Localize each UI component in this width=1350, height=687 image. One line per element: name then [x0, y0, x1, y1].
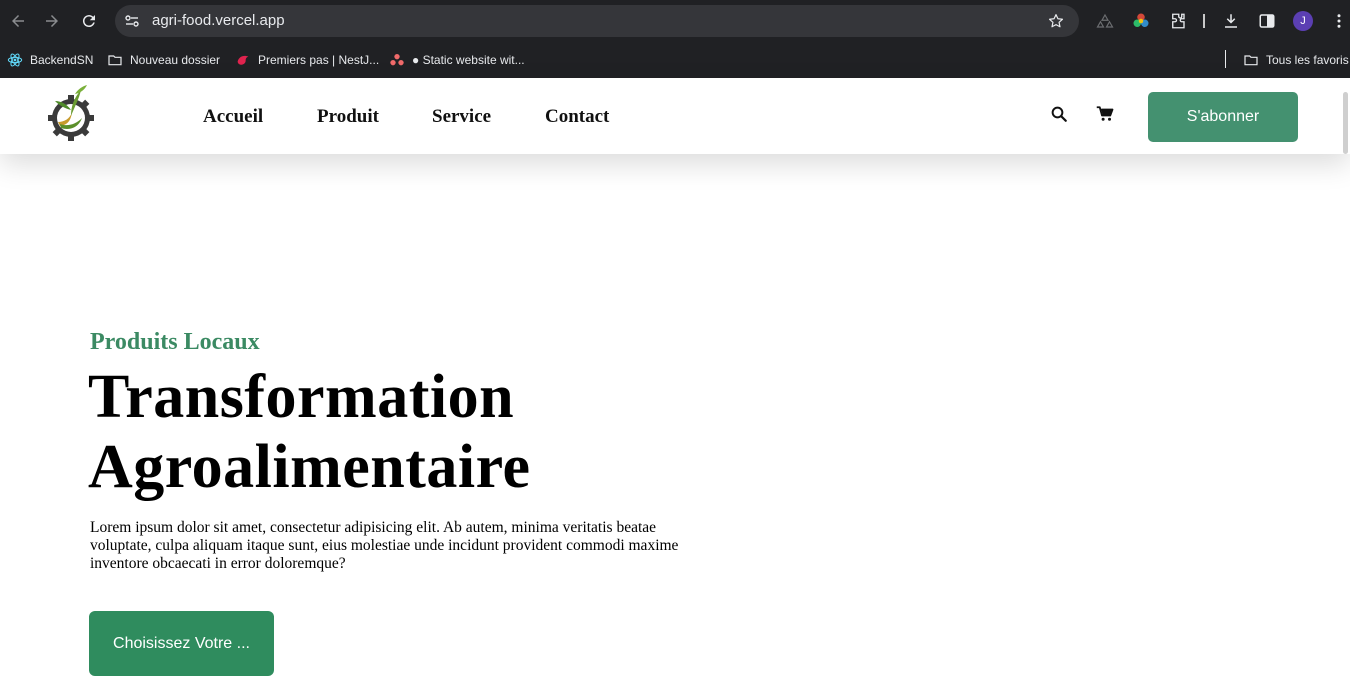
hero-title-line: Transformation: [88, 363, 515, 431]
asana-icon: [389, 52, 405, 68]
nav-link-service[interactable]: Service: [432, 105, 491, 129]
star-icon[interactable]: [1047, 12, 1065, 30]
product-collage-image: SIROP DE TAMARIN Kinkeliba SIROP ARÔME D…: [690, 154, 1350, 687]
address-bar[interactable]: agri-food.vercel.app: [115, 5, 1079, 37]
reload-icon[interactable]: [79, 11, 99, 31]
puzzle-icon[interactable]: [1169, 12, 1187, 30]
all-bookmarks-label: Tous les favoris: [1266, 53, 1349, 67]
logo[interactable]: [47, 80, 95, 142]
folder-icon: [1243, 52, 1259, 68]
product-label: Beur: [890, 633, 926, 650]
forward-icon[interactable]: [42, 11, 62, 31]
bookmark-label: Premiers pas | NestJ...: [258, 53, 380, 67]
toolbar-divider: [1203, 14, 1205, 28]
choose-product-button[interactable]: Choisissez Votre ...: [89, 611, 274, 676]
hero-description: Lorem ipsum dolor sit amet, consectetur …: [90, 519, 679, 572]
back-icon[interactable]: [8, 11, 28, 31]
hero-title: Transformation Agroalimentaire: [88, 362, 531, 502]
color-wheel-icon[interactable]: [1132, 12, 1150, 30]
bookmark-item[interactable]: BackendSN: [7, 50, 93, 70]
product-label: Kinkeliba: [1100, 378, 1154, 393]
extension-icon[interactable]: [1096, 12, 1114, 30]
bookmark-item[interactable]: ● Static website wit...: [389, 50, 525, 70]
product-label: SIROP: [915, 311, 968, 330]
site-info-icon[interactable]: [124, 13, 140, 29]
bookmark-label: BackendSN: [30, 53, 94, 67]
react-icon: [7, 52, 23, 68]
download-icon[interactable]: [1222, 12, 1240, 30]
cart-icon[interactable]: [1096, 105, 1114, 123]
product-label: ARÔME DE RIZ: [972, 514, 1081, 532]
site-header: Accueil Produit Service Contact S'abonne…: [0, 78, 1350, 154]
product-label: SIROP: [1198, 366, 1266, 391]
bookmark-label: Nouveau dossier: [130, 53, 221, 67]
bookmarks-bar: BackendSN Nouveau dossier Premiers pas |…: [0, 42, 1350, 78]
product-label: DE TAMARIN: [903, 335, 996, 352]
search-icon[interactable]: [1050, 105, 1068, 123]
product-label: Ketiakh: [1130, 620, 1173, 635]
page-scrollbar[interactable]: [1343, 92, 1348, 154]
kebab-menu-icon[interactable]: [1330, 12, 1348, 30]
bookmark-item[interactable]: Premiers pas | NestJ...: [235, 50, 379, 70]
nav-link-produit[interactable]: Produit: [317, 105, 379, 129]
product-label: Brisures de Maïs: [764, 535, 883, 588]
product-label: Thiouraké de Dé: [1210, 488, 1299, 502]
nav-link-contact[interactable]: Contact: [545, 105, 609, 129]
bookmark-label: ● Static website wit...: [412, 53, 525, 67]
url-text[interactable]: agri-food.vercel.app: [152, 12, 285, 30]
side-panel-icon[interactable]: [1258, 12, 1276, 30]
all-bookmarks[interactable]: Tous les favoris: [1243, 50, 1349, 70]
folder-icon: [107, 52, 123, 68]
hero-title-line: Agroalimentaire: [88, 433, 531, 501]
product-label: Composition: Chapelure de pain, tiquad s…: [1190, 527, 1350, 536]
browser-toolbar: agri-food.vercel.app J: [0, 0, 1350, 42]
bookmark-item[interactable]: Nouveau dossier: [107, 50, 220, 70]
subscribe-button[interactable]: S'abonner: [1148, 92, 1298, 142]
bookmarks-divider: [1225, 50, 1226, 68]
nestjs-icon: [235, 52, 251, 68]
nav-link-accueil[interactable]: Accueil: [203, 105, 263, 129]
profile-avatar[interactable]: J: [1293, 11, 1313, 31]
hero-subtitle: Produits Locaux: [90, 329, 260, 355]
